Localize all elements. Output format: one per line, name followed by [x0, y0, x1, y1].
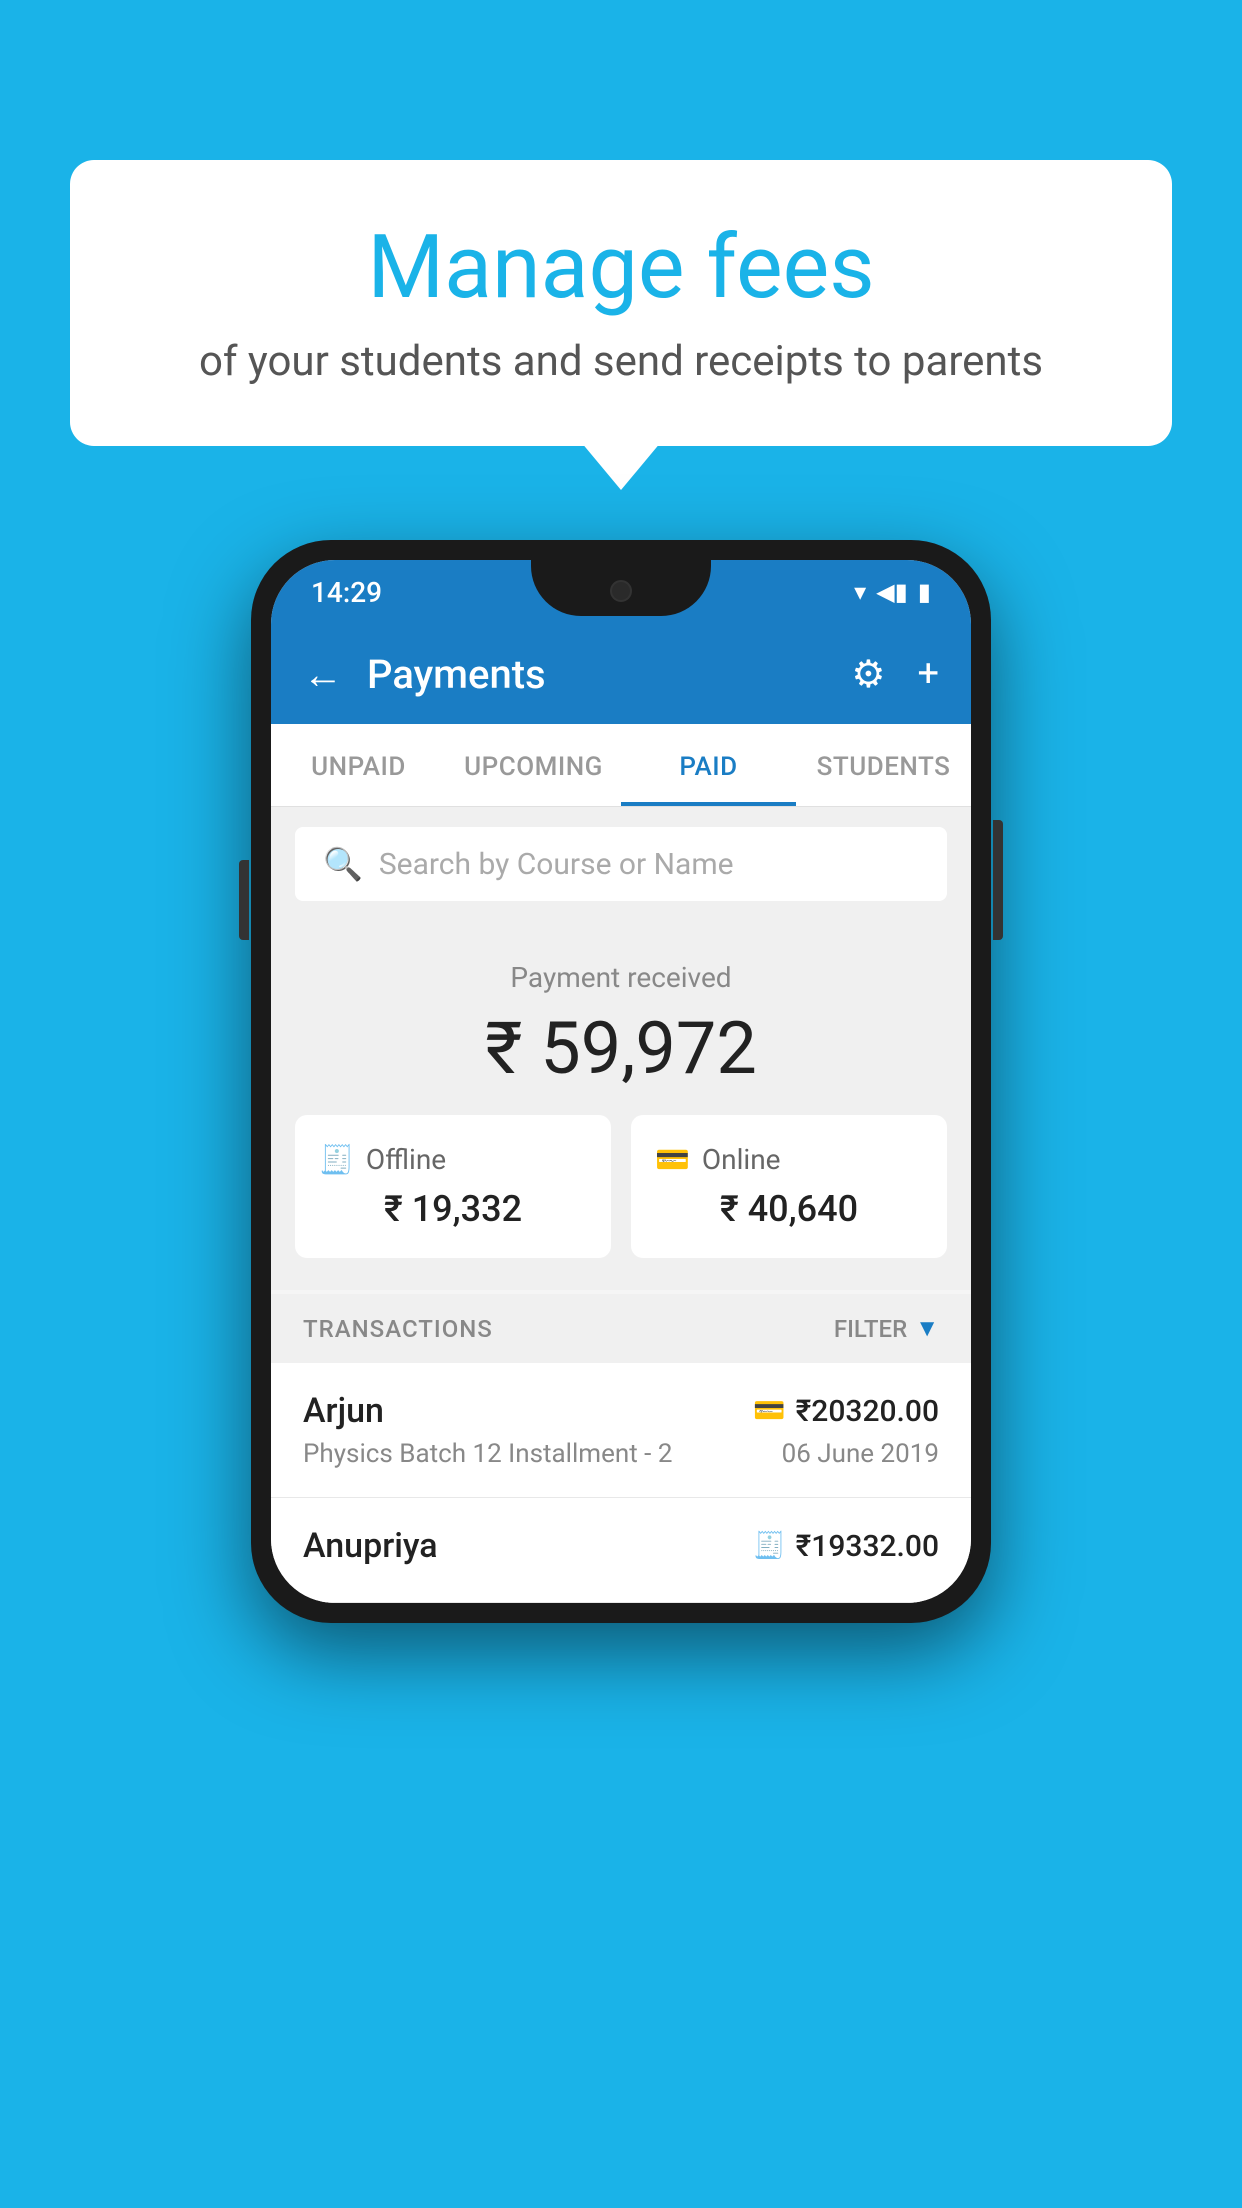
filter-button[interactable]: FILTER ▼	[834, 1314, 939, 1343]
bubble-title: Manage fees	[150, 220, 1092, 317]
speech-bubble-container: Manage fees of your students and send re…	[70, 160, 1172, 446]
search-placeholder: Search by Course or Name	[379, 847, 734, 882]
back-button[interactable]: ←	[303, 651, 343, 698]
payment-amount: ₹ 59,972	[271, 1006, 971, 1091]
offline-card: 🧾 Offline ₹ 19,332	[295, 1115, 611, 1258]
transaction-name: Arjun	[303, 1391, 384, 1431]
tab-paid[interactable]: PAID	[621, 724, 796, 806]
payment-cards: 🧾 Offline ₹ 19,332 💳 Online ₹ 40,640	[271, 1115, 971, 1258]
wifi-icon: ▾	[854, 578, 866, 606]
offline-payment-icon: 🧾	[753, 1531, 785, 1561]
offline-type: Offline	[366, 1143, 446, 1176]
app-bar: ← Payments ⚙ +	[271, 624, 971, 724]
offline-amount: ₹ 19,332	[319, 1188, 587, 1230]
transaction-course: Physics Batch 12 Installment - 2	[303, 1439, 672, 1469]
transaction-top-2: Anupriya 🧾 ₹19332.00	[303, 1526, 939, 1566]
speech-bubble: Manage fees of your students and send re…	[70, 160, 1172, 446]
tabs-bar: UNPAID UPCOMING PAID STUDENTS	[271, 724, 971, 807]
app-bar-title: Payments	[367, 651, 827, 698]
transaction-bottom: Physics Batch 12 Installment - 2 06 June…	[303, 1439, 939, 1469]
transaction-row-arjun[interactable]: Arjun 💳 ₹20320.00 Physics Batch 12 Insta…	[271, 1363, 971, 1498]
search-icon: 🔍	[323, 845, 363, 883]
search-container: 🔍 Search by Course or Name	[271, 807, 971, 921]
filter-icon: ▼	[915, 1314, 939, 1343]
signal-icon: ◀▮	[876, 578, 908, 606]
online-payment-icon: 💳	[753, 1396, 785, 1426]
status-time: 14:29	[311, 576, 382, 609]
transactions-label: TRANSACTIONS	[303, 1315, 493, 1343]
transaction-row-anupriya[interactable]: Anupriya 🧾 ₹19332.00	[271, 1498, 971, 1603]
offline-icon: 🧾	[319, 1143, 354, 1176]
transaction-top: Arjun 💳 ₹20320.00	[303, 1391, 939, 1431]
transaction-name-2: Anupriya	[303, 1526, 438, 1566]
payment-summary: Payment received ₹ 59,972 🧾 Offline ₹ 19…	[271, 921, 971, 1290]
notch	[531, 560, 711, 616]
phone-container: 14:29 ▾ ◀▮ ▮ ← Payments ⚙ + UNPAID	[251, 540, 991, 1623]
tab-unpaid[interactable]: UNPAID	[271, 724, 446, 806]
settings-icon[interactable]: ⚙	[851, 652, 885, 697]
transaction-right-2: 🧾 ₹19332.00	[753, 1529, 939, 1564]
online-card-header: 💳 Online	[655, 1143, 923, 1176]
app-bar-icons: ⚙ +	[851, 652, 939, 697]
online-type: Online	[702, 1143, 781, 1176]
battery-icon: ▮	[918, 578, 931, 606]
transactions-header: TRANSACTIONS FILTER ▼	[271, 1294, 971, 1363]
status-icons: ▾ ◀▮ ▮	[854, 578, 931, 606]
search-bar[interactable]: 🔍 Search by Course or Name	[295, 827, 947, 901]
tab-upcoming[interactable]: UPCOMING	[446, 724, 621, 806]
bubble-subtitle: of your students and send receipts to pa…	[150, 337, 1092, 386]
phone-screen: 14:29 ▾ ◀▮ ▮ ← Payments ⚙ + UNPAID	[271, 560, 971, 1603]
transaction-amount-2: ₹19332.00	[796, 1529, 939, 1564]
transaction-amount: ₹20320.00	[796, 1394, 939, 1429]
phone-outer: 14:29 ▾ ◀▮ ▮ ← Payments ⚙ + UNPAID	[251, 540, 991, 1623]
online-amount: ₹ 40,640	[655, 1188, 923, 1230]
add-icon[interactable]: +	[917, 652, 939, 696]
offline-card-header: 🧾 Offline	[319, 1143, 587, 1176]
online-icon: 💳	[655, 1143, 690, 1176]
camera	[610, 580, 632, 602]
payment-received-label: Payment received	[271, 961, 971, 994]
tab-students[interactable]: STUDENTS	[796, 724, 971, 806]
transaction-right: 💳 ₹20320.00	[753, 1394, 939, 1429]
transaction-date: 06 June 2019	[782, 1439, 939, 1469]
online-card: 💳 Online ₹ 40,640	[631, 1115, 947, 1258]
